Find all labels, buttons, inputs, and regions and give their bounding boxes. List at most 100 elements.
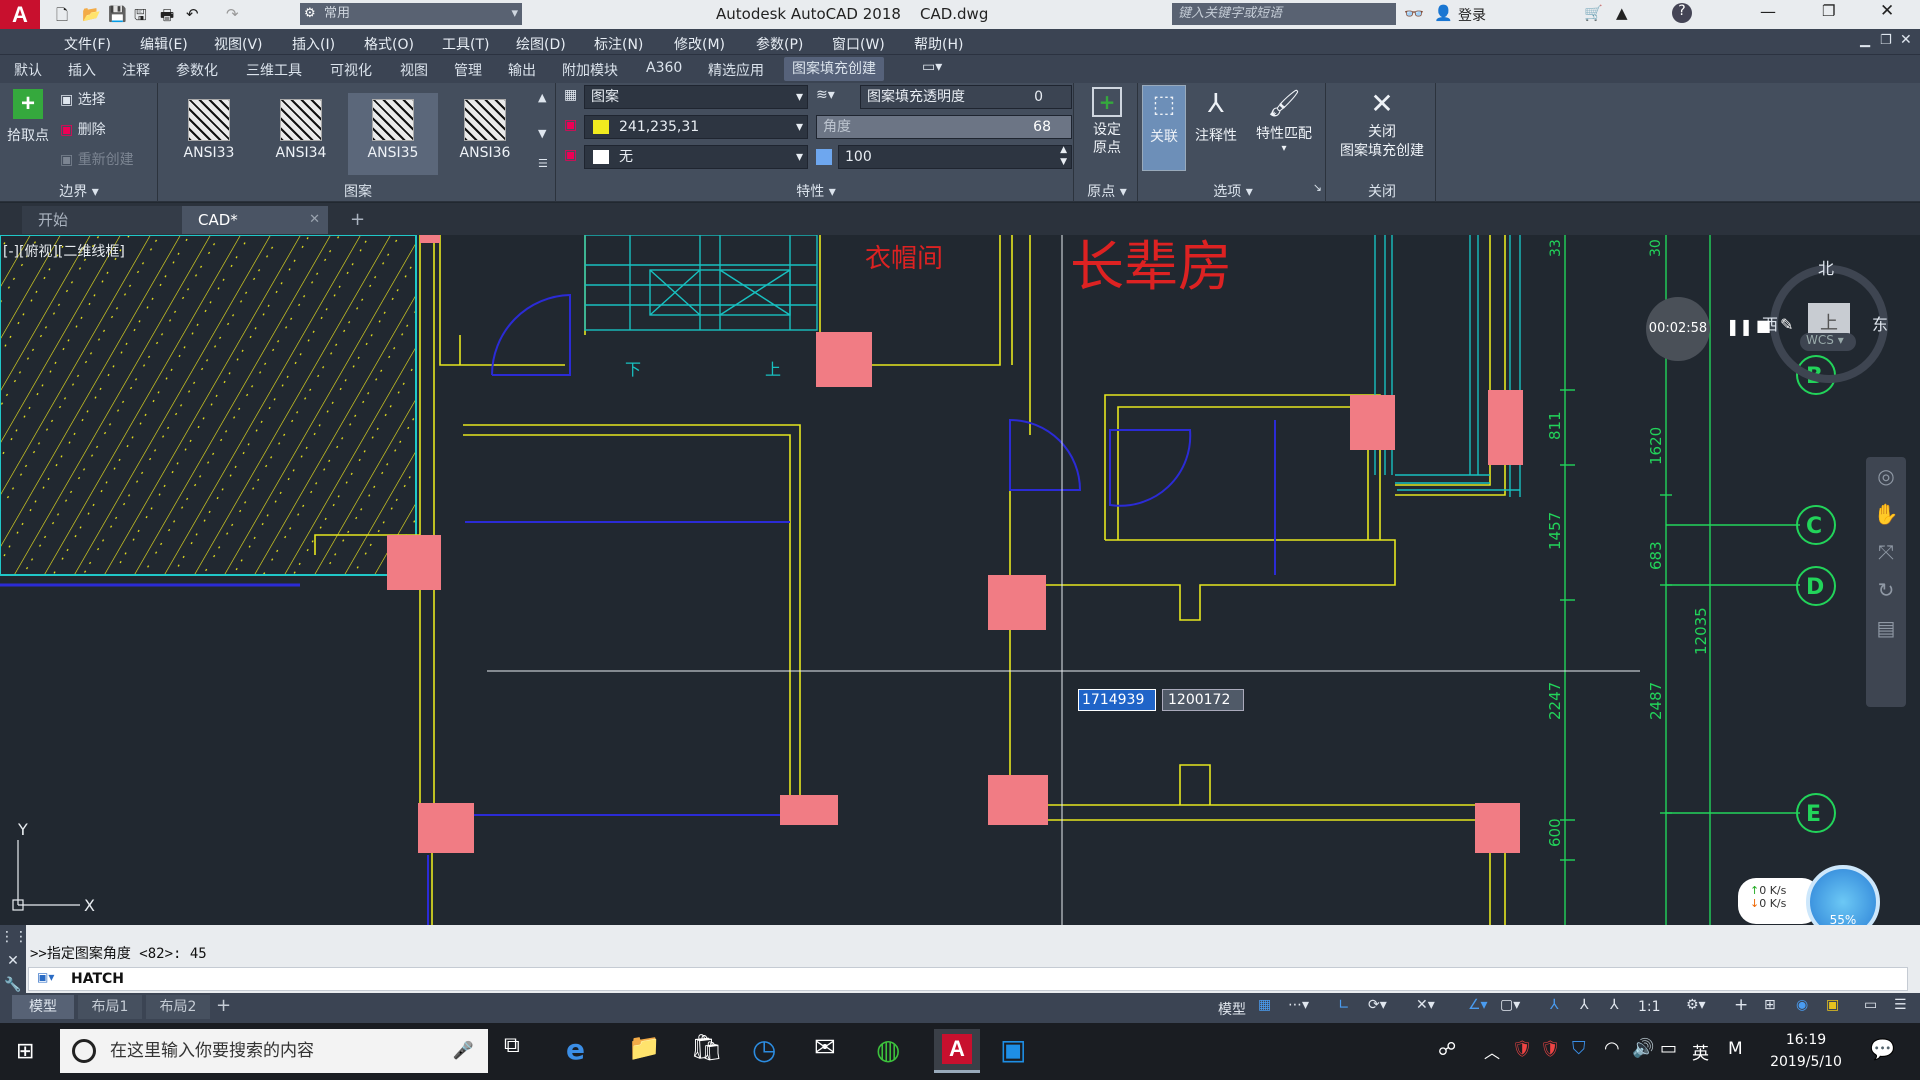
- boundary-panel-title[interactable]: 边界 ▾: [0, 181, 158, 201]
- pen-icon[interactable]: ✎: [1780, 315, 1793, 334]
- layout-tab-2[interactable]: 布局2: [146, 995, 210, 1019]
- spinner-icon[interactable]: ▲ ▼: [1060, 144, 1067, 168]
- orbit-icon[interactable]: ↻: [1866, 571, 1906, 609]
- compass-north[interactable]: 北: [1818, 255, 1834, 279]
- restore-button[interactable]: ❐: [1822, 2, 1835, 20]
- file-explorer-icon[interactable]: 📁: [628, 1033, 664, 1069]
- pattern-ansi35[interactable]: ANSI35: [348, 93, 438, 175]
- annotation-scale-icon[interactable]: ⅄: [1610, 997, 1619, 1013]
- menu-insert[interactable]: 插入(I): [292, 34, 335, 54]
- help-icon[interactable]: ?: [1672, 3, 1692, 23]
- tab-start[interactable]: 开始: [22, 206, 182, 234]
- tab-view[interactable]: 视图: [400, 60, 428, 80]
- menu-edit[interactable]: 编辑(E): [140, 34, 188, 54]
- a360-icon[interactable]: ▲: [1616, 4, 1628, 22]
- recorder-app-icon[interactable]: ▣: [1000, 1033, 1036, 1069]
- menu-draw[interactable]: 绘图(D): [516, 34, 566, 54]
- set-origin-button[interactable]: + 设定 原点: [1080, 87, 1134, 157]
- angle-field[interactable]: 角度 68: [816, 115, 1072, 139]
- doc-close-icon[interactable]: ✕: [1900, 32, 1912, 48]
- properties-panel-title[interactable]: 特性 ▾: [558, 181, 1074, 201]
- autoscale-icon[interactable]: ⅄: [1580, 997, 1589, 1013]
- binoculars-icon[interactable]: 👓: [1404, 4, 1424, 23]
- ortho-icon[interactable]: ∟: [1338, 997, 1350, 1013]
- autocad-logo[interactable]: A: [0, 0, 40, 29]
- new-tab-button[interactable]: +: [344, 206, 370, 234]
- background-color-select[interactable]: 无 ▾: [584, 145, 808, 169]
- save-icon[interactable]: 💾: [108, 5, 127, 23]
- tab-cad-dwg[interactable]: CAD* ✕: [182, 206, 328, 234]
- taskbar-search[interactable]: 在这里输入你要搜索的内容 🎤: [60, 1029, 488, 1073]
- user-icon[interactable]: 👤: [1434, 4, 1453, 22]
- pan-icon[interactable]: ✋: [1866, 495, 1906, 533]
- menu-format[interactable]: 格式(O): [364, 34, 414, 54]
- selection-cycle-icon[interactable]: ▢▾: [1500, 997, 1520, 1013]
- command-input[interactable]: ▣▾ HATCH: [28, 967, 1908, 991]
- stop-icon[interactable]: ■: [1756, 316, 1771, 335]
- pattern-ansi33[interactable]: ANSI33: [164, 93, 254, 175]
- volume-icon[interactable]: 🔊: [1632, 1038, 1654, 1059]
- hatch-color-select[interactable]: 241,235,31 ▾: [584, 115, 808, 139]
- close-tab-icon[interactable]: ✕: [309, 206, 320, 234]
- autocad-taskbar-icon[interactable]: A: [934, 1029, 980, 1073]
- taskbar-clock[interactable]: 16:19 2019/5/10: [1766, 1029, 1846, 1073]
- menu-modify[interactable]: 修改(M): [674, 34, 725, 54]
- scale-field[interactable]: 100 ▲ ▼: [838, 145, 1072, 169]
- pattern-scroll-down-icon[interactable]: ▼: [538, 127, 546, 140]
- tab-hatch-creation[interactable]: 图案填充创建: [784, 57, 884, 81]
- showmotion-icon[interactable]: ▤: [1866, 609, 1906, 647]
- open-icon[interactable]: 📂: [82, 5, 101, 23]
- login-link[interactable]: 登录: [1458, 5, 1486, 25]
- wifi-icon[interactable]: ◠: [1604, 1038, 1620, 1059]
- tray-expand-icon[interactable]: ︿: [1484, 1039, 1500, 1063]
- browser-360-icon[interactable]: ◍: [876, 1033, 912, 1069]
- clock-app-icon[interactable]: ◷: [752, 1033, 788, 1069]
- dynamic-input-x[interactable]: 1714939: [1078, 689, 1156, 711]
- tab-default[interactable]: 默认: [14, 60, 42, 80]
- units-icon[interactable]: ⊞: [1764, 997, 1776, 1013]
- zoom-icon[interactable]: ⤧: [1866, 533, 1906, 571]
- clean-screen-icon[interactable]: ▭: [1864, 997, 1877, 1013]
- close-window-button[interactable]: ✕: [1880, 1, 1894, 21]
- security-icon[interactable]: ⛉: [1572, 1038, 1586, 1059]
- viewport-controls[interactable]: [-][俯视][二维线框]: [3, 241, 125, 261]
- doc-minimize-icon[interactable]: ▁: [1860, 33, 1870, 48]
- ime-mode[interactable]: M: [1728, 1039, 1743, 1059]
- annomonitor-icon[interactable]: +: [1734, 995, 1748, 1015]
- menu-window[interactable]: 窗口(W): [832, 34, 885, 54]
- select-button[interactable]: ▣ 选择: [60, 89, 106, 109]
- layer-icon[interactable]: ≋▾: [816, 87, 835, 103]
- transparency-value[interactable]: 0: [1034, 86, 1043, 108]
- people-icon[interactable]: ☍: [1438, 1039, 1456, 1060]
- menu-dimension[interactable]: 标注(N): [594, 34, 643, 54]
- tab-3dtools[interactable]: 三维工具: [246, 60, 302, 80]
- hatch-type-select[interactable]: 图案 ▾: [584, 85, 808, 109]
- notification-icon[interactable]: 💬: [1870, 1037, 1895, 1061]
- tab-addins[interactable]: 附加模块: [562, 60, 618, 80]
- drawing-canvas[interactable]: 衣帽间 长辈房 下 上 33 30 811 1457 2247 600 1620…: [0, 235, 1920, 925]
- tab-insert[interactable]: 插入: [68, 60, 96, 80]
- pause-icon[interactable]: ❚❚: [1726, 317, 1753, 336]
- compass-east[interactable]: 东: [1872, 311, 1888, 335]
- model-space-toggle[interactable]: 模型: [1218, 999, 1246, 1019]
- edge-icon[interactable]: e: [566, 1033, 602, 1069]
- associative-button[interactable]: ⬚ 关联: [1142, 85, 1186, 171]
- close-hatch-creation-button[interactable]: ✕ 关闭 图案填充创建: [1330, 89, 1434, 161]
- pattern-ansi36[interactable]: ANSI36: [440, 93, 530, 175]
- tab-annotate[interactable]: 注释: [122, 60, 150, 80]
- store-icon[interactable]: 🛍: [690, 1033, 726, 1069]
- undo-icon[interactable]: ↶: [186, 5, 199, 23]
- ime-lang[interactable]: 英: [1692, 1039, 1709, 1064]
- task-view-icon[interactable]: ⧉: [504, 1033, 540, 1069]
- tab-visualize[interactable]: 可视化: [330, 60, 372, 80]
- dialog-launcher-icon[interactable]: ↘: [1313, 181, 1322, 194]
- grid-icon[interactable]: ▦: [1258, 997, 1271, 1013]
- menu-view[interactable]: 视图(V): [214, 34, 263, 54]
- menu-tools[interactable]: 工具(T): [442, 34, 489, 54]
- menu-parametric[interactable]: 参数(P): [756, 34, 803, 54]
- workspace-gear-icon[interactable]: ⚙▾: [1686, 997, 1706, 1013]
- tray-app2-icon[interactable]: 🛡: [1540, 1039, 1560, 1058]
- doc-restore-icon[interactable]: ❐: [1880, 33, 1892, 48]
- menu-help[interactable]: 帮助(H): [914, 34, 963, 54]
- pick-points-button[interactable]: + 拾取点: [4, 89, 52, 145]
